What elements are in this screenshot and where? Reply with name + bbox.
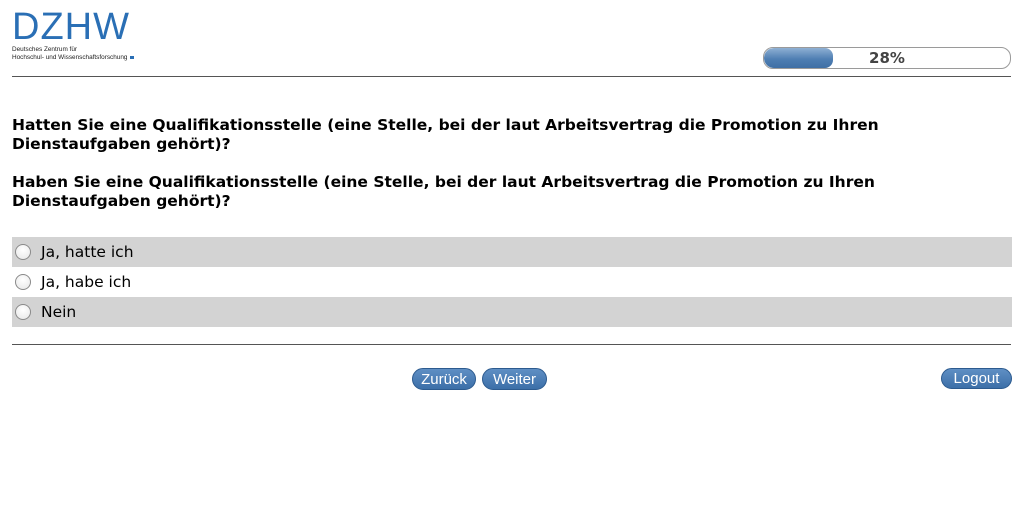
header-divider: [12, 76, 1011, 77]
option-label: Ja, hatte ich: [41, 243, 134, 261]
option-ja-hatte-ich[interactable]: Ja, hatte ich: [12, 237, 1012, 267]
option-label: Ja, habe ich: [41, 273, 132, 291]
back-button[interactable]: Zurück: [412, 368, 476, 390]
radio-button-icon[interactable]: [15, 274, 31, 290]
option-ja-habe-ich[interactable]: Ja, habe ich: [12, 267, 1012, 297]
footer-divider: [12, 344, 1011, 345]
dzhw-logo: DZHW Deutsches Zentrum für Hochschul- un…: [12, 6, 152, 68]
next-button[interactable]: Weiter: [482, 368, 547, 390]
answer-options: Ja, hatte ich Ja, habe ich Nein: [12, 237, 1012, 327]
question-text-present: Haben Sie eine Qualifikationsstelle (ein…: [12, 173, 875, 210]
logo-subtitle-line2: Hochschul- und Wissenschaftsforschung: [12, 54, 128, 61]
option-label: Nein: [41, 303, 77, 321]
logo-subtitle-line2-wrap: Hochschul- und Wissenschaftsforschung: [12, 54, 152, 62]
logo-mark: DZHW: [12, 6, 130, 48]
logo-dot-icon: [130, 55, 135, 59]
progress-bar: 28%: [763, 47, 1011, 69]
progress-label: 28%: [869, 49, 905, 67]
question-text-past: Hatten Sie eine Qualifikationsstelle (ei…: [12, 116, 879, 153]
logout-button[interactable]: Logout: [941, 368, 1012, 389]
radio-button-icon[interactable]: [15, 244, 31, 260]
option-nein[interactable]: Nein: [12, 297, 1012, 327]
radio-button-icon[interactable]: [15, 304, 31, 320]
